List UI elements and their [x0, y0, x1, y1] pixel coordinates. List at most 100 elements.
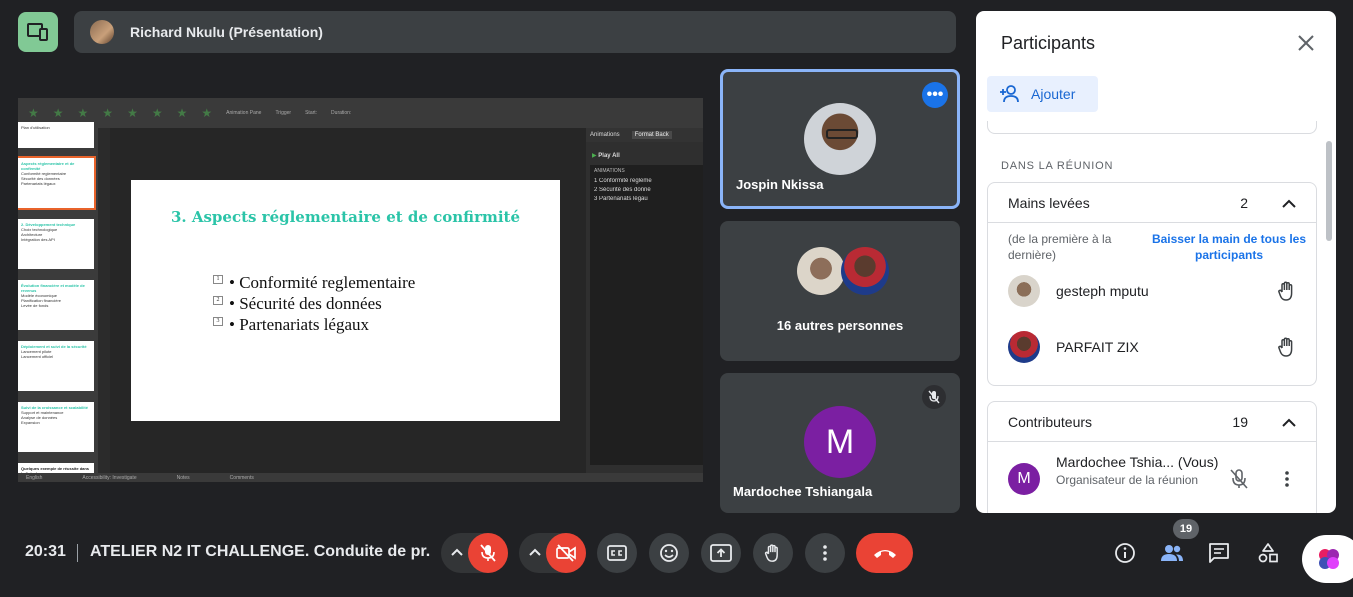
current-slide: 3. Aspects réglementaire et de confirmit… [131, 180, 560, 421]
divider [77, 544, 78, 562]
participant-name: Jospin Nkissa [736, 177, 824, 192]
participant-avatar [1008, 275, 1040, 307]
raised-hand-icon[interactable] [1276, 336, 1298, 358]
assistant-button[interactable] [1302, 535, 1353, 583]
lower-all-hands-link[interactable]: Baisser la main de tous les participants [1144, 231, 1314, 263]
star-icon: ★ [176, 106, 188, 120]
participants-panel: Participants Ajouter DANS LA RÉUNION Mai… [976, 11, 1336, 513]
chevron-up-icon[interactable] [527, 545, 543, 561]
participant-name: gesteph mputu [1056, 283, 1149, 299]
chevron-up-icon[interactable] [449, 545, 465, 561]
others-count-label: 16 autres personnes [776, 318, 904, 333]
slide-bullet: 1 • Conformité reglementaire [213, 272, 415, 293]
participant-avatar [1008, 331, 1040, 363]
star-icon: ★ [28, 106, 39, 120]
section-label: DANS LA RÉUNION [1001, 160, 1114, 172]
present-screen-icon [710, 544, 732, 562]
more-options-icon[interactable]: ••• [922, 82, 948, 108]
participant-avatar [841, 247, 889, 295]
participant-row[interactable]: PARFAIT ZIX [988, 319, 1316, 375]
presenter-name: Richard Nkulu (Présentation) [130, 24, 323, 40]
slide-thumbnails: Plan d'utilisation Aspects réglementaire… [18, 122, 98, 482]
reactions-button[interactable] [649, 533, 689, 573]
participant-name: PARFAIT ZIX [1056, 339, 1139, 355]
meeting-info-button[interactable] [1113, 541, 1137, 565]
participant-tile-self[interactable]: M Mardochee Tshiangala [720, 373, 960, 513]
shared-screen: ★ ★ ★ ★ ★ ★ ★ ★ Animation Pane Trigger S… [18, 98, 703, 482]
presenter-bar[interactable]: Richard Nkulu (Présentation) [74, 11, 956, 53]
search-field[interactable] [987, 121, 1317, 134]
present-icon-button[interactable] [18, 12, 58, 52]
panel-scrollbar[interactable] [1326, 141, 1332, 241]
presenter-avatar [90, 20, 114, 44]
shapes-icon [1258, 543, 1278, 563]
more-options-button[interactable] [805, 533, 845, 573]
tab-format-background: Format Back [631, 131, 672, 139]
participant-tile-others[interactable]: 16 autres personnes [720, 221, 960, 361]
present-now-button[interactable] [701, 533, 741, 573]
slide-thumbnail: 2. Développement technique Choix technolo… [18, 219, 94, 269]
mic-off-icon [922, 385, 946, 409]
meeting-clock: 20:31 [25, 543, 66, 560]
star-icon: ★ [52, 106, 64, 120]
anim-item: 1 Conformité regleme [594, 178, 652, 184]
chat-icon [1209, 543, 1229, 563]
contributors-group: Contributeurs 19 M Mardochee Tshia... (V… [987, 401, 1317, 513]
brain-icon [1319, 549, 1339, 569]
status-item: Notes [176, 474, 190, 481]
people-icon [1161, 545, 1183, 561]
raised-hint-row: (de la première à la dernière) Baisser l… [988, 223, 1316, 263]
star-icon: ★ [102, 106, 114, 120]
anim-marker: 3 [213, 316, 223, 326]
add-person-icon [1000, 85, 1019, 103]
participant-tile-speaker[interactable]: ••• Jospin Nkissa [720, 69, 960, 209]
mic-off-icon[interactable] [1228, 468, 1250, 490]
slide-thumbnail: Plan d'utilisation [18, 122, 94, 148]
chat-button[interactable] [1207, 541, 1231, 565]
captions-button[interactable] [597, 533, 637, 573]
panel-title: Participants [1001, 33, 1096, 53]
participant-role: Organisateur de la réunion [1056, 473, 1199, 487]
contributors-header[interactable]: Contributeurs 19 [988, 402, 1316, 442]
add-people-button[interactable]: Ajouter [987, 76, 1098, 112]
raised-hand-icon[interactable] [1276, 280, 1298, 302]
raise-hand-button[interactable] [753, 533, 793, 573]
more-vert-icon [823, 545, 827, 561]
ribbon-label: Duration: [331, 110, 352, 116]
anim-pane-tabs: Animations Format Back [586, 128, 703, 142]
status-item: Comments [229, 474, 254, 481]
more-vert-icon[interactable] [1278, 470, 1296, 488]
participant-row[interactable]: gesteph mputu [988, 263, 1316, 319]
group-label: Contributeurs [1008, 413, 1093, 430]
thumb-line: Lancement officiel [21, 354, 54, 359]
star-icon: ★ [127, 106, 138, 120]
group-count: 19 [1232, 413, 1248, 430]
leave-call-button[interactable] [856, 533, 913, 573]
raise-hand-icon [764, 544, 778, 562]
group-count: 2 [1240, 194, 1248, 211]
close-icon[interactable] [1296, 33, 1316, 53]
camera-off-icon [556, 544, 576, 562]
bullet-text: • Partenariats légaux [229, 314, 370, 334]
mic-toggle-button[interactable] [468, 533, 508, 573]
ribbon-label: Animation Pane [226, 110, 262, 116]
participants-button[interactable] [1160, 541, 1184, 565]
participant-name: Mardochee Tshiangala [733, 484, 873, 499]
raised-hands-header[interactable]: Mains levées 2 [988, 183, 1316, 223]
chevron-up-icon[interactable] [1280, 414, 1298, 432]
ribbon-label: Trigger [275, 110, 292, 116]
devices-icon [27, 23, 48, 41]
camera-toggle-button[interactable] [546, 533, 586, 573]
captions-icon [607, 545, 627, 561]
activities-button[interactable] [1256, 541, 1280, 565]
participant-row[interactable]: M Mardochee Tshia... (Vous) Organisateur… [988, 442, 1316, 513]
play-all: ▶ Play All [592, 152, 703, 159]
thumb-line: Expansion [21, 420, 40, 425]
play-icon: ▶ [592, 153, 597, 159]
status-item: Accessibility: Investigate [82, 474, 137, 481]
anim-list-header: ANIMATIONS [594, 168, 625, 174]
slide-bullets: 1 • Conformité reglementaire 2 • Sécurité … [213, 272, 415, 335]
chevron-up-icon[interactable] [1280, 195, 1298, 213]
others-avatars [797, 247, 889, 295]
add-people-label: Ajouter [1031, 86, 1076, 102]
